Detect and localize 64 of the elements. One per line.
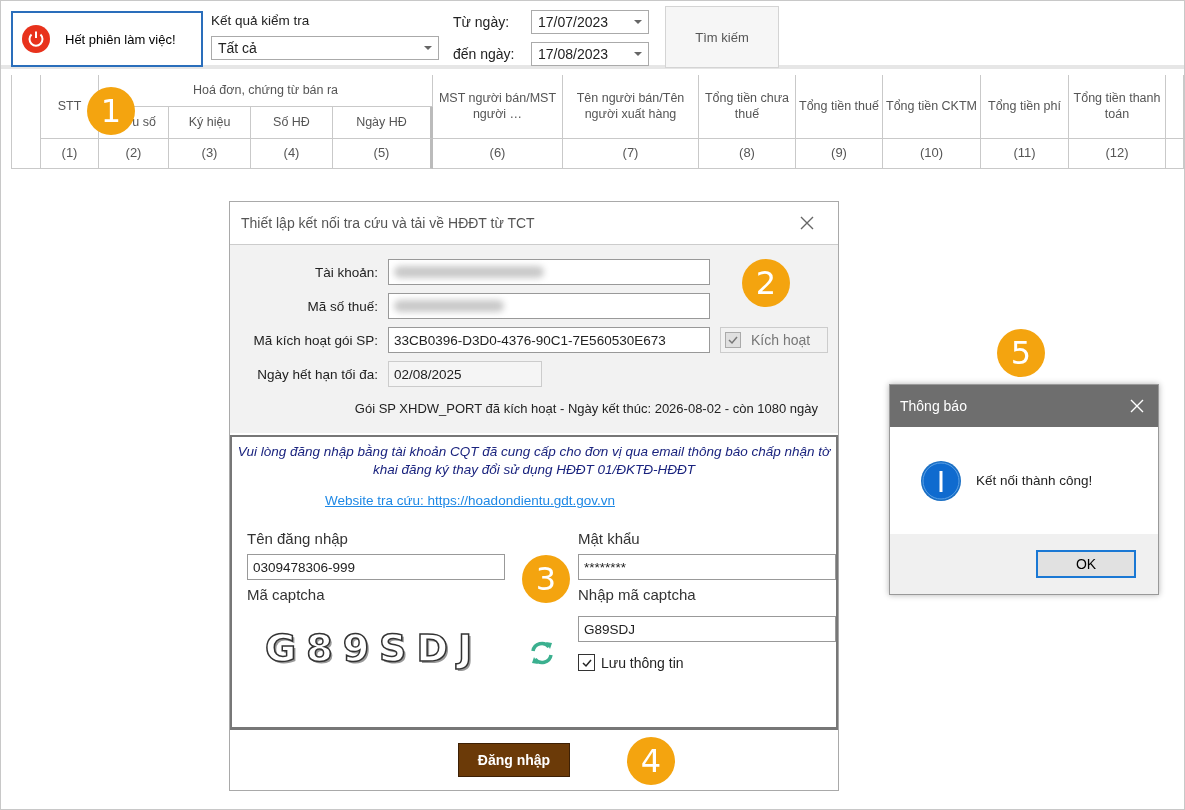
column-header: Số HĐ [251, 107, 333, 139]
column-header: Tên người bán/Tên người xuất hàng [563, 75, 699, 139]
column-header: Tổng tiền chưa thuế [699, 75, 796, 139]
captcha-input-label: Nhập mã captcha [578, 586, 696, 606]
power-icon [21, 24, 51, 54]
password-label: Mật khẩu [578, 530, 640, 550]
to-date-label: đến ngày: [453, 46, 516, 62]
column-number: (7) [563, 139, 699, 169]
search-button[interactable]: Tìm kiếm [665, 6, 779, 68]
username-label: Tên đăng nhập [247, 530, 348, 550]
column-header: Ngày HĐ [333, 107, 433, 139]
column-number: (5) [333, 139, 433, 169]
result-label: Kết quả kiểm tra [211, 13, 311, 28]
message-text: Kết nối thành công! [976, 473, 1093, 488]
column-number: (10) [883, 139, 981, 169]
column-header: Tổng tiền CKTM [883, 75, 981, 139]
remember-checkbox[interactable] [578, 654, 595, 672]
caret-icon [424, 45, 432, 51]
message-box-title: Thông báo [900, 398, 967, 414]
step-badge: 5 [997, 329, 1045, 377]
column-number: (9) [796, 139, 883, 169]
caret-icon [634, 19, 642, 25]
activation-code-label: Mã kích hoạt gói SP: [252, 332, 378, 348]
login-button[interactable]: Đăng nhập [458, 743, 570, 777]
column-number: (2) [99, 139, 169, 169]
activate-button[interactable]: Kích hoạt [720, 327, 828, 353]
logout-button[interactable]: Hết phiên làm việc! [11, 11, 203, 67]
column-header: Tổng tiền phí [981, 75, 1069, 139]
tax-code-label: Mã số thuế: [306, 298, 378, 314]
column-header: Ký hiệu [169, 107, 251, 139]
captcha-image: G89SDJ [265, 626, 483, 671]
caret-icon [634, 51, 642, 57]
expiry-field: 02/08/2025 [388, 361, 542, 387]
website-link[interactable]: Website tra cứu: https://hoadondientu.gdt.gov.vn [325, 493, 615, 509]
account-field[interactable] [388, 259, 710, 285]
column-number: (11) [981, 139, 1069, 169]
column-number: (12) [1069, 139, 1166, 169]
remember-label: Lưu thông tin [601, 654, 684, 671]
column-number: (1) [41, 139, 99, 169]
package-status: Gói SP XHDW_PORT đã kích hoạt - Ngày kết thúc: 2026-08-02 - còn 1080 ngày [353, 400, 819, 416]
column-number: (3) [169, 139, 251, 169]
notice-text: Vui lòng đăng nhập bằng tài khoản CQT đã cung cấp cho đơn vị qua email thông báo chấp nhận tờ khai đăng ký thay đổi sử dụng HĐĐT 01/ĐKTĐ-HĐĐT [236, 443, 832, 480]
username-field[interactable]: 0309478306-999 [247, 554, 505, 581]
close-icon[interactable] [800, 216, 814, 230]
column-header: Tổng tiền thuế [796, 75, 883, 139]
dialog-title: Thiết lập kết nối tra cứu và tải về HĐĐT từ TCT [241, 215, 535, 231]
activation-code-field[interactable]: 33CB0396-D3D0-4376-90C1-7E560530E673 [388, 327, 710, 353]
tax-code-field[interactable] [388, 293, 710, 319]
column-header: Tổng tiền thanh toán [1069, 75, 1166, 139]
column-number: (6) [433, 139, 563, 169]
account-label: Tài khoản: [313, 264, 378, 280]
password-field[interactable]: ******** [578, 554, 836, 581]
column-header: MST người bán/MST người … [433, 75, 563, 139]
from-date-picker[interactable]: 17/07/2023 [531, 10, 649, 34]
captcha-label: Mã captcha [247, 586, 325, 606]
result-dropdown[interactable]: Tất cả [211, 36, 439, 60]
info-icon [920, 459, 962, 502]
column-number: (4) [251, 139, 333, 169]
column-number: (8) [699, 139, 796, 169]
to-date-picker[interactable]: 17/08/2023 [531, 42, 649, 66]
ok-button[interactable]: OK [1036, 550, 1136, 578]
expiry-label: Ngày hết hạn tối đa: [256, 366, 378, 382]
from-date-label: Từ ngày: [453, 14, 511, 30]
captcha-field[interactable]: G89SDJ [578, 616, 836, 643]
